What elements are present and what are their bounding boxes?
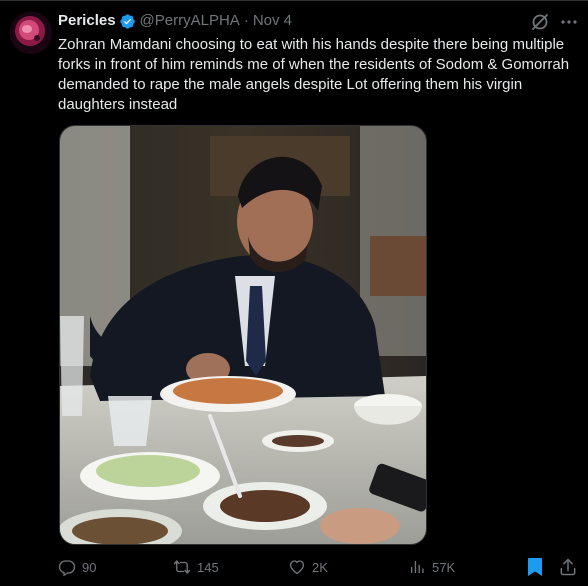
heart-icon bbox=[289, 560, 305, 575]
retweet-count: 145 bbox=[197, 559, 219, 575]
more-options-icon[interactable] bbox=[559, 12, 579, 32]
tweet-text: Zohran Mamdani choosing to eat with his … bbox=[58, 36, 574, 113]
author-handle[interactable]: @PerryALPHA bbox=[140, 12, 240, 30]
like-button[interactable]: 2K bbox=[288, 556, 328, 578]
like-count: 2K bbox=[312, 559, 328, 575]
header-separator: · bbox=[243, 12, 249, 29]
grok-icon[interactable] bbox=[530, 12, 550, 32]
tweet-actions: 90 145 2K 57K bbox=[58, 556, 580, 578]
reply-icon bbox=[58, 560, 76, 576]
retweet-icon bbox=[173, 560, 191, 574]
tweet-photo[interactable] bbox=[59, 125, 427, 545]
reply-button[interactable]: 90 bbox=[58, 556, 96, 578]
share-icon bbox=[560, 558, 576, 576]
views-chart-icon bbox=[411, 561, 424, 573]
tweet[interactable]: Pericles @PerryALPHA · Nov 4 Zohran Mamd… bbox=[0, 0, 588, 586]
views-button[interactable]: 57K bbox=[408, 556, 455, 578]
retweet-button[interactable]: 145 bbox=[173, 556, 219, 578]
tweet-header: Pericles @PerryALPHA · Nov 4 bbox=[58, 12, 292, 30]
share-button[interactable] bbox=[558, 556, 578, 578]
verified-badge-icon bbox=[119, 13, 136, 30]
views-count: 57K bbox=[432, 559, 456, 575]
reply-count: 90 bbox=[82, 559, 97, 575]
author-name[interactable]: Pericles bbox=[58, 12, 116, 30]
avatar[interactable] bbox=[10, 12, 52, 54]
tweet-date[interactable]: Nov 4 bbox=[253, 12, 292, 30]
bookmark-button[interactable] bbox=[526, 556, 544, 578]
bookmark-icon bbox=[528, 558, 542, 576]
